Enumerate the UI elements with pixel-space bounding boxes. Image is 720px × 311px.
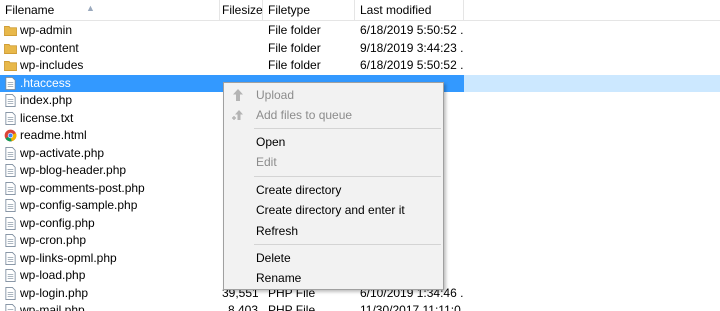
file-type: PHP File [268, 303, 316, 311]
file-name: wp-mail.php [20, 303, 85, 311]
menu-separator [254, 244, 441, 245]
file-icon [5, 269, 16, 282]
menu-item-refresh[interactable]: Refresh [224, 221, 443, 241]
file-type: File folder [268, 40, 321, 55]
file-name: wp-comments-post.php [20, 180, 145, 195]
folder-icon [4, 25, 17, 36]
upload-icon [233, 89, 243, 101]
file-icon [5, 286, 16, 300]
file-modified: 6/18/2019 5:50:52 ... [360, 58, 464, 72]
file-row[interactable]: wp-admin File folder 6/18/2019 5:50:52 .… [0, 22, 720, 40]
menu-item-create-directory-enter-label: Create directory and enter it [256, 203, 405, 217]
menu-item-delete[interactable]: Delete [224, 248, 443, 268]
file-name: wp-links-opml.php [20, 250, 117, 265]
menu-item-open-label: Open [256, 135, 286, 149]
menu-item-add-to-queue[interactable]: Add files to queue [224, 105, 443, 125]
chrome-icon [4, 129, 17, 142]
file-name: wp-activate.php [20, 145, 105, 160]
column-filesize[interactable]: Filesize [220, 0, 263, 21]
file-name: wp-config-sample.php [20, 198, 138, 212]
menu-item-refresh-label: Refresh [256, 224, 299, 238]
file-name: readme.html [20, 128, 87, 142]
file-name: wp-config.php [20, 215, 95, 230]
file-icon [5, 199, 16, 212]
menu-item-rename-label: Rename [256, 271, 302, 285]
add-to-queue-icon [232, 110, 243, 120]
file-icon [5, 251, 16, 265]
folder-icon [4, 60, 17, 71]
menu-item-edit-label: Edit [256, 155, 277, 169]
file-name: wp-blog-header.php [20, 163, 127, 177]
menu-item-edit[interactable]: Edit [224, 152, 443, 172]
context-menu: Upload Add files to queue Open Edit Crea… [223, 82, 444, 290]
sort-ascending-icon: ▲ [86, 3, 95, 13]
file-name: wp-cron.php [20, 233, 87, 247]
file-name: index.php [20, 93, 73, 107]
file-row[interactable]: wp-content File folder 9/18/2019 3:44:23… [0, 40, 720, 58]
file-name: license.txt [20, 110, 74, 125]
menu-item-open[interactable]: Open [224, 132, 443, 152]
file-name: wp-admin [20, 23, 73, 37]
menu-separator [254, 176, 441, 177]
file-size: 8,403 [227, 303, 258, 311]
file-row[interactable]: wp-includes File folder 6/18/2019 5:50:5… [0, 57, 720, 75]
file-icon [5, 234, 16, 247]
file-name: .htaccess [20, 75, 71, 90]
file-icon [5, 111, 16, 125]
file-icon [5, 216, 16, 230]
menu-item-create-directory-label: Create directory [256, 183, 342, 197]
file-modified: 6/18/2019 5:50:52 ... [360, 23, 464, 37]
file-modified: 9/18/2019 3:44:23 ... [360, 40, 464, 55]
file-icon [5, 164, 16, 177]
column-filename-label: Filename [5, 3, 55, 17]
file-row[interactable]: wp-mail.php 8,403 PHP File 11/30/2017 11… [0, 302, 720, 311]
menu-item-delete-label: Delete [256, 251, 291, 265]
folder-icon [4, 43, 17, 54]
file-name: wp-load.php [20, 268, 86, 282]
file-icon [5, 181, 16, 195]
file-icon [5, 146, 16, 160]
file-icon [5, 76, 16, 90]
menu-item-upload[interactable]: Upload [224, 85, 443, 105]
file-name: wp-includes [20, 58, 84, 72]
menu-item-rename[interactable]: Rename [224, 268, 443, 288]
column-filetype[interactable]: Filetype [263, 0, 355, 21]
column-filename[interactable]: Filename ▲ [0, 0, 220, 21]
file-name: wp-login.php [20, 285, 89, 300]
file-type: File folder [268, 23, 321, 37]
menu-item-create-directory[interactable]: Create directory [224, 180, 443, 200]
menu-item-add-to-queue-label: Add files to queue [256, 108, 353, 122]
file-icon [5, 94, 16, 107]
file-list-header: Filename ▲ Filesize Filetype Last modifi… [0, 0, 720, 21]
column-last-modified[interactable]: Last modified [355, 0, 464, 21]
menu-item-upload-label: Upload [256, 88, 295, 102]
file-type: File folder [268, 58, 321, 72]
file-modified: 11/30/2017 11:11:0... [360, 303, 464, 311]
file-icon [5, 304, 16, 311]
menu-separator [254, 128, 441, 129]
file-name: wp-content [20, 40, 79, 55]
menu-item-create-directory-enter[interactable]: Create directory and enter it [224, 200, 443, 220]
